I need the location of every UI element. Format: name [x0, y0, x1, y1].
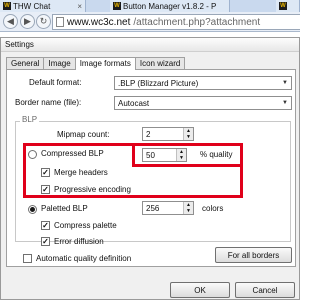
- address-bar[interactable]: www.wc3c.net/attachment.php?attachment: [52, 14, 300, 30]
- paletted-blp-label: Paletted BLP: [41, 204, 88, 213]
- tab-general[interactable]: General: [6, 57, 45, 69]
- border-name-label: Border name (file):: [15, 98, 82, 107]
- browser-tab-strip: W THW Chat × W Button Manager v1.8.2 - P…: [0, 0, 300, 12]
- default-format-select[interactable]: .BLP (Blizzard Picture) ▼: [114, 76, 292, 90]
- blp-group-title: BLP: [20, 115, 40, 124]
- auto-quality-label: Automatic quality definition: [36, 254, 132, 263]
- wc3-favicon-icon: W: [113, 2, 121, 10]
- mipmap-count-spinner[interactable]: 2 ▲ ▼: [142, 127, 194, 141]
- browser-tab-title: THW Chat: [13, 1, 51, 11]
- browser-tab-button-manager[interactable]: W Button Manager v1.8.2 - P: [110, 0, 230, 12]
- cancel-button[interactable]: Cancel: [235, 282, 295, 298]
- colors-value: 256: [146, 204, 160, 213]
- spin-down-icon[interactable]: ▼: [184, 134, 193, 140]
- default-format-value: .BLP (Blizzard Picture): [118, 79, 199, 88]
- settings-tabs: General Image Image formats Icon wizard: [6, 57, 186, 70]
- browser-tab-thw-chat[interactable]: W THW Chat ×: [0, 0, 86, 12]
- mipmap-count-label: Mipmap count:: [57, 130, 110, 139]
- paletted-blp-radio[interactable]: [28, 205, 37, 214]
- browser-tab-title: Button Manager v1.8.2 - P: [123, 1, 217, 11]
- border-name-value: Autocast: [118, 99, 150, 108]
- browser-nav-bar: ◀ ▶ ↻ www.wc3c.net/attachment.php?attach…: [0, 12, 300, 32]
- chevron-down-icon: ▼: [282, 80, 288, 86]
- compress-palette-label: Compress palette: [54, 221, 117, 230]
- image-formats-panel: Default format: .BLP (Blizzard Picture) …: [6, 69, 296, 267]
- annotation-highlight-quality: [132, 143, 243, 167]
- wc3-favicon-icon: W: [279, 2, 287, 10]
- default-format-label: Default format:: [29, 78, 82, 87]
- page-icon: [56, 17, 64, 27]
- tab-icon-wizard[interactable]: Icon wizard: [134, 57, 186, 69]
- tab-image[interactable]: Image: [43, 57, 76, 69]
- url-path: /attachment.php?attachment: [133, 16, 261, 28]
- ok-button[interactable]: OK: [170, 282, 230, 298]
- reload-icon[interactable]: ↻: [36, 14, 51, 29]
- mipmap-count-value: 2: [146, 130, 151, 139]
- close-icon[interactable]: ×: [77, 2, 82, 11]
- spin-down-icon[interactable]: ▼: [184, 208, 193, 214]
- forward-icon[interactable]: ▶: [20, 14, 35, 29]
- browser-tab-third[interactable]: W: [276, 0, 300, 12]
- error-diffusion-label: Error diffusion: [54, 237, 104, 246]
- for-all-borders-button[interactable]: For all borders: [215, 247, 292, 263]
- settings-dialog: Settings General Image Image formats Ico…: [0, 37, 300, 300]
- url-host: www.wc3c.net: [67, 16, 131, 28]
- colors-unit-label: colors: [202, 204, 224, 213]
- compress-palette-checkbox[interactable]: ✓: [41, 221, 50, 230]
- back-icon[interactable]: ◀: [3, 14, 18, 29]
- error-diffusion-checkbox[interactable]: ✓: [41, 237, 50, 246]
- wc3-favicon-icon: W: [3, 2, 11, 10]
- colors-spinner[interactable]: 256 ▲ ▼: [142, 201, 194, 215]
- border-name-select[interactable]: Autocast ▼: [114, 96, 292, 110]
- chevron-down-icon: ▼: [282, 100, 288, 106]
- tab-image-formats[interactable]: Image formats: [74, 57, 136, 70]
- auto-quality-checkbox[interactable]: [23, 254, 32, 263]
- dialog-title: Settings: [1, 38, 299, 52]
